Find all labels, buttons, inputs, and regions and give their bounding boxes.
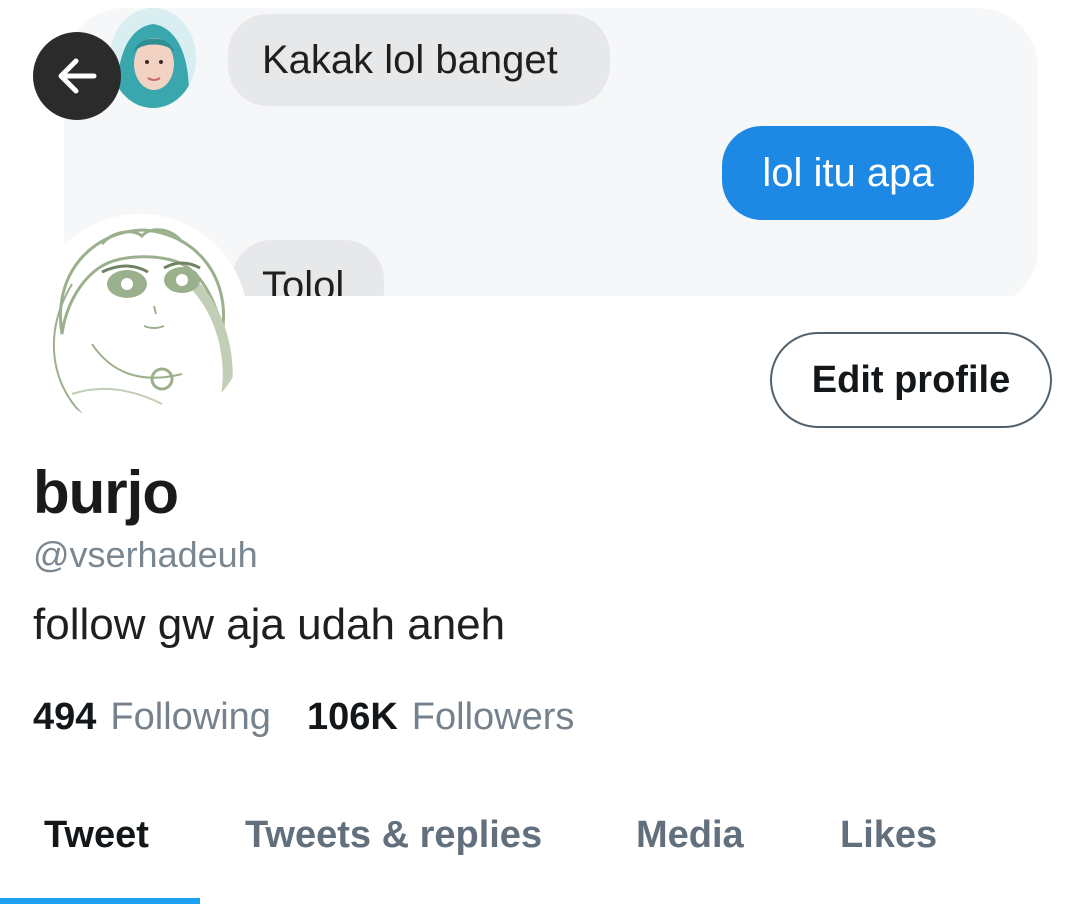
tab-tweet[interactable]: Tweet xyxy=(44,814,149,857)
profile-tabs: Tweet Tweets & replies Media Likes xyxy=(0,780,1080,904)
profile-avatar[interactable] xyxy=(32,214,248,430)
edit-profile-button[interactable]: Edit profile xyxy=(770,332,1052,428)
chat-bubble-incoming: Kakak lol banget xyxy=(228,14,610,106)
tab-tweets-and-replies[interactable]: Tweets & replies xyxy=(245,814,542,857)
back-button[interactable] xyxy=(33,32,121,120)
active-tab-indicator xyxy=(0,898,200,904)
follow-stats: 494 Following 106K Followers xyxy=(33,696,574,739)
tab-media[interactable]: Media xyxy=(636,814,744,857)
chat-bubble-incoming: Tolol xyxy=(232,240,384,296)
chat-bubble-outgoing: lol itu apa xyxy=(722,126,974,220)
followers-count: 106K xyxy=(306,696,398,738)
hijab-avatar-icon xyxy=(110,8,196,108)
following-link[interactable]: 494 Following xyxy=(33,696,271,739)
followers-link[interactable]: 106K Followers xyxy=(307,696,574,739)
following-label: Following xyxy=(110,696,271,738)
tab-likes[interactable]: Likes xyxy=(840,814,937,857)
followers-label: Followers xyxy=(411,696,575,738)
arrow-left-icon xyxy=(58,58,97,94)
chat-avatar xyxy=(110,8,196,108)
user-handle: @vserhadeuh xyxy=(33,534,258,575)
following-count: 494 xyxy=(33,696,97,738)
profile-bio: follow gw aja udah aneh xyxy=(33,600,506,649)
display-name: burjo xyxy=(33,459,179,526)
anime-girl-avatar-icon xyxy=(32,214,248,430)
